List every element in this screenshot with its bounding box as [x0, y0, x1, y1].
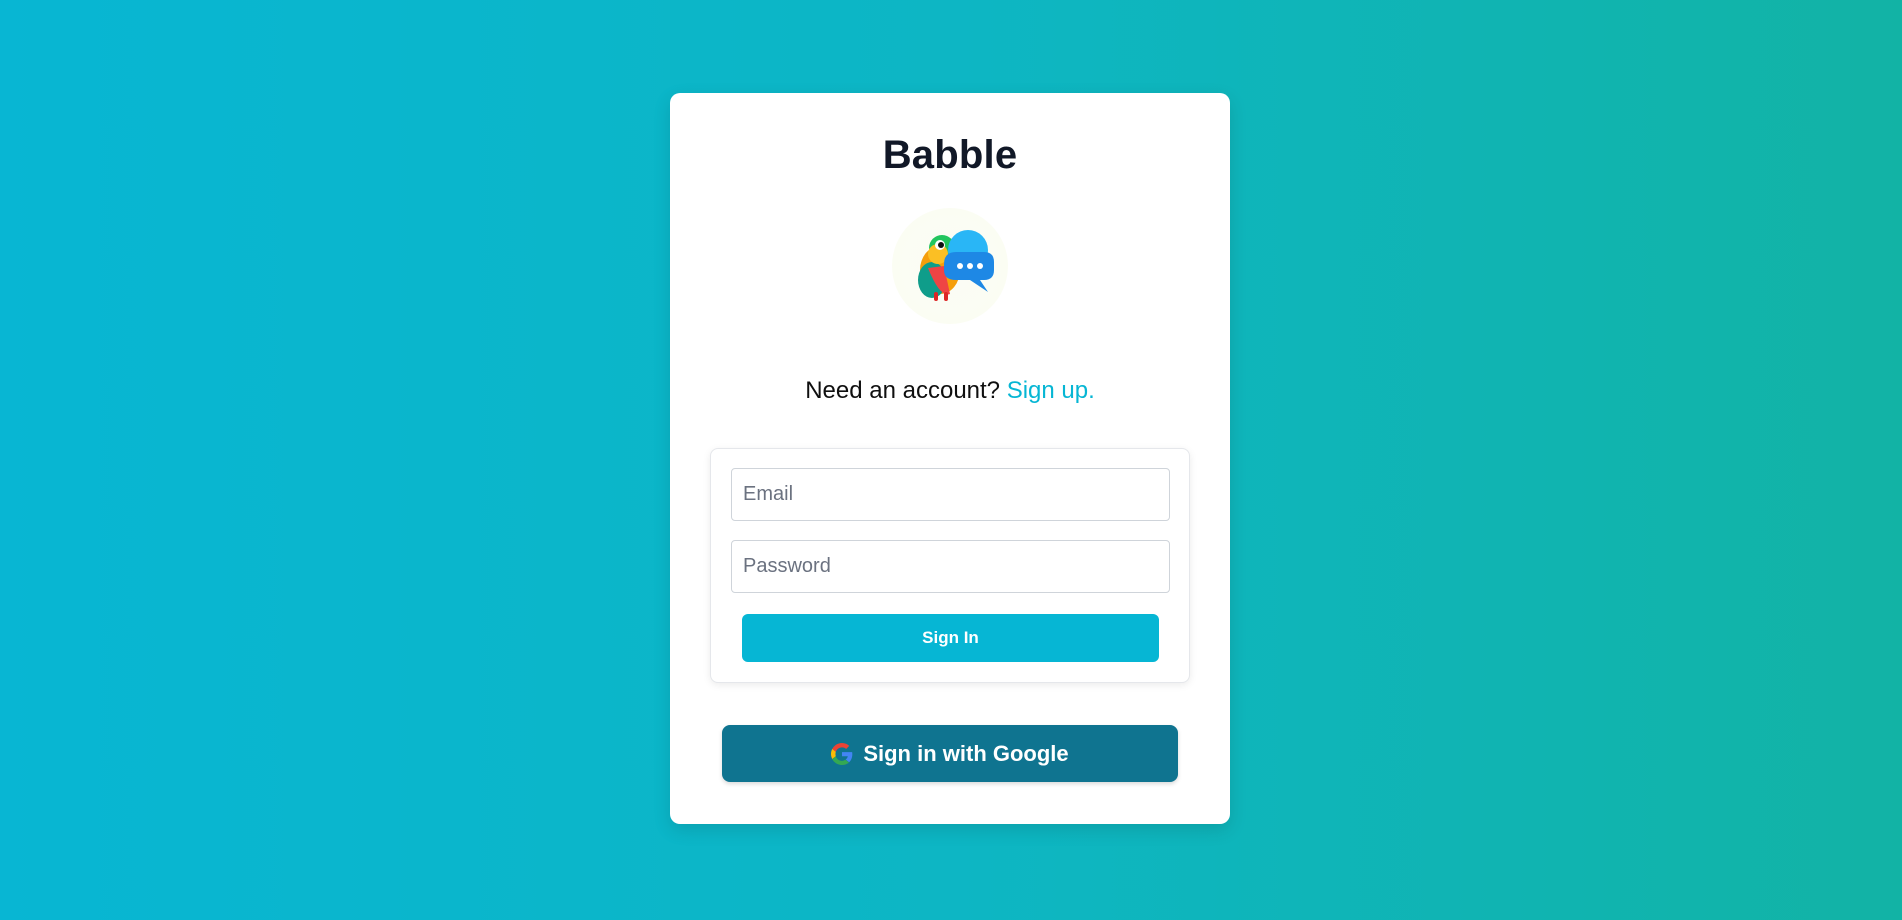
app-title: Babble — [882, 133, 1018, 177]
password-input[interactable] — [731, 540, 1170, 593]
signup-prompt: Need an account? Sign up. — [670, 377, 1230, 405]
parrot-logo-icon — [892, 208, 1008, 324]
google-signin-label: Sign in with Google — [863, 740, 1069, 766]
google-icon — [831, 742, 853, 765]
login-card: Babble Need an account? Sign up. Email S… — [670, 93, 1230, 824]
signup-link[interactable]: Sign up. — [1007, 377, 1095, 404]
signup-prompt-text: Need an account? — [805, 377, 1007, 404]
email-input[interactable] — [731, 468, 1170, 521]
google-signin-button[interactable]: Sign in with Google — [722, 725, 1178, 782]
signin-button[interactable]: Sign In — [742, 614, 1159, 662]
signin-form: Sign In — [710, 448, 1190, 683]
